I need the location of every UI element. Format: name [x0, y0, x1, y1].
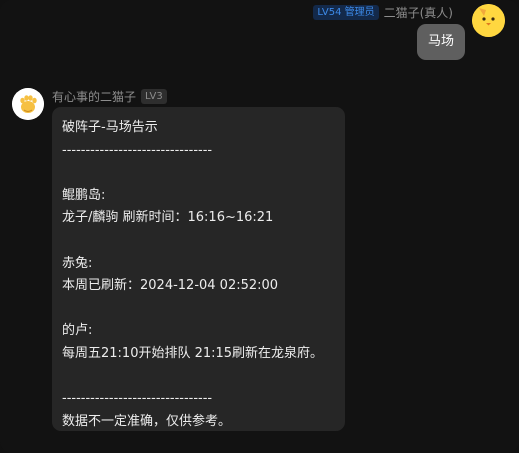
self-message-row: LV54 管理员 二猫子(真人) 马场 [205, 4, 505, 64]
message-line: -------------------------------- [62, 391, 213, 407]
message-line: -------------------------------- [62, 142, 213, 158]
self-sender-name[interactable]: 二猫子(真人) [384, 4, 453, 21]
cat-paw-avatar-icon [12, 88, 44, 120]
message-line: 本周已刷新：2024-12-04 02:52:00 [62, 278, 279, 294]
message-line: 龙子/麟驹 刷新时间：16:16~16:21 [62, 210, 274, 226]
message-line [62, 298, 335, 321]
self-message-bubble[interactable]: 马场 [416, 24, 465, 60]
bot-sender-name[interactable]: 有心事的二猫子 [52, 88, 136, 105]
message-line [62, 230, 335, 253]
message-line [62, 366, 335, 389]
message-line [62, 162, 335, 185]
bot-avatar[interactable] [12, 88, 44, 120]
self-message-meta: LV54 管理员 二猫子(真人) [313, 4, 453, 20]
admin-level-badge: LV54 管理员 [313, 4, 379, 20]
bot-message-meta: 有心事的二猫子 LV3 [52, 88, 167, 104]
message-line: 数据不一定准确，仅供参考。 [62, 413, 232, 429]
message-line: 的卢: [62, 323, 93, 339]
bot-message-bubble[interactable]: 破阵子-马场告示 -------------------------------… [52, 107, 345, 431]
yellow-chick-avatar-icon [472, 4, 505, 37]
message-line: 鲲鹏岛: [62, 187, 106, 203]
message-line: 赤兔: [62, 255, 93, 271]
message-line: 破阵子-马场告示 [62, 120, 158, 135]
chat-window: LV54 管理员 二猫子(真人) 马场 有心事的二猫子 LV3 破阵子-马场告示… [0, 0, 519, 453]
message-line: 每周五21:10开始排队 21:15刷新在龙泉府。 [62, 345, 324, 361]
bot-level-badge: LV3 [141, 88, 167, 104]
self-avatar[interactable] [472, 4, 505, 37]
